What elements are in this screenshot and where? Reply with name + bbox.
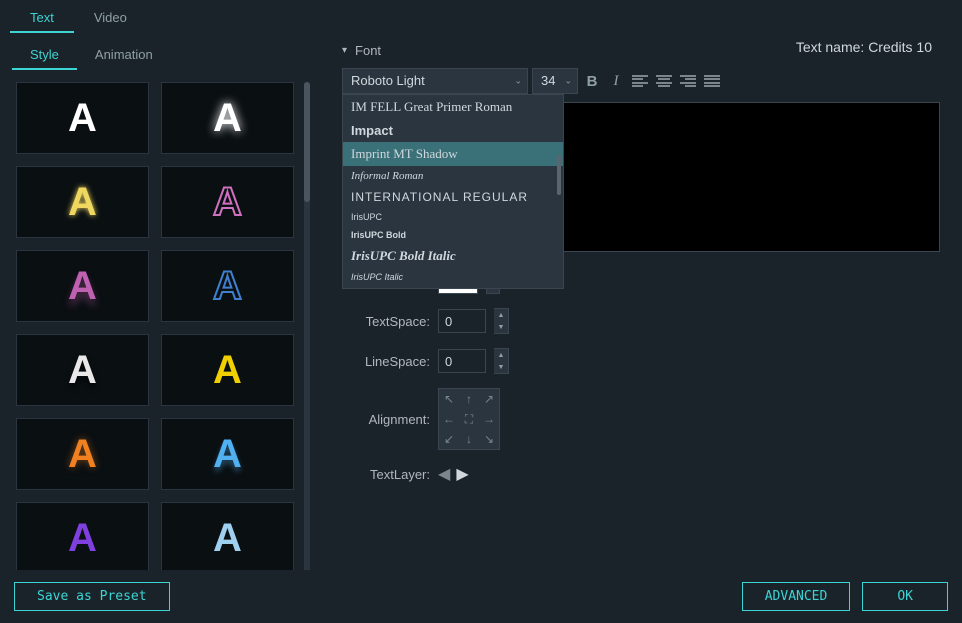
font-option[interactable]: Imprint MT Shadow <box>343 142 563 166</box>
dropdown-scrollbar[interactable] <box>557 155 561 195</box>
linespace-label: LineSpace: <box>352 354 430 369</box>
save-preset-button[interactable]: Save as Preset <box>14 582 170 611</box>
tab-text[interactable]: Text <box>10 4 74 33</box>
bold-button[interactable]: B <box>582 70 602 92</box>
style-preset[interactable]: A <box>161 166 294 238</box>
align-center-button[interactable] <box>654 70 674 92</box>
linespace-input[interactable] <box>438 349 486 373</box>
font-option[interactable]: Impact <box>343 119 563 142</box>
font-option[interactable]: Iskoola Pota <box>343 286 563 289</box>
textspace-input[interactable] <box>438 309 486 333</box>
style-preset[interactable]: A <box>16 166 149 238</box>
style-preset[interactable]: A <box>16 82 149 154</box>
align-tc[interactable]: ↑ <box>459 389 479 409</box>
style-preset[interactable]: A <box>16 334 149 406</box>
style-preset[interactable]: A <box>161 82 294 154</box>
align-justify-button[interactable] <box>702 70 722 92</box>
style-preset[interactable]: A <box>161 418 294 490</box>
font-option[interactable]: IrisUPC <box>343 208 563 226</box>
align-mr[interactable]: → <box>479 409 499 429</box>
textspace-down[interactable]: ▼ <box>494 321 508 333</box>
font-dropdown: IM FELL Great Primer RomanImpactImprint … <box>342 94 564 289</box>
align-bc[interactable]: ↓ <box>459 429 479 449</box>
advanced-button[interactable]: ADVANCED <box>742 582 851 611</box>
align-tr[interactable]: ↗ <box>479 389 499 409</box>
align-left-button[interactable] <box>630 70 650 92</box>
ok-button[interactable]: OK <box>862 582 948 611</box>
font-option[interactable]: IrisUPC Italic <box>343 268 563 286</box>
chevron-down-icon: ▾ <box>342 45 347 56</box>
align-tl[interactable]: ↖ <box>439 389 459 409</box>
tab-video[interactable]: Video <box>74 4 147 33</box>
linespace-up[interactable]: ▲ <box>494 349 508 361</box>
textspace-up[interactable]: ▲ <box>494 309 508 321</box>
style-preset[interactable]: A <box>161 502 294 570</box>
italic-button[interactable]: I <box>606 70 626 92</box>
align-bl[interactable]: ↙ <box>439 429 459 449</box>
font-family-select[interactable]: Roboto Light <box>342 68 528 94</box>
linespace-down[interactable]: ▼ <box>494 361 508 373</box>
align-br[interactable]: ↘ <box>479 429 499 449</box>
style-preset[interactable]: A <box>16 418 149 490</box>
alignment-grid: ↖ ↑ ↗ ← ⛶ → ↙ ↓ ↘ <box>438 388 500 450</box>
layer-next-button[interactable]: ▶ <box>456 464 468 484</box>
style-scrollbar[interactable] <box>304 82 310 570</box>
style-preset[interactable]: A <box>161 334 294 406</box>
style-preset[interactable]: A <box>16 250 149 322</box>
font-header-label: Font <box>355 43 381 58</box>
tab-animation[interactable]: Animation <box>77 41 171 70</box>
style-preset[interactable]: A <box>16 502 149 570</box>
align-right-button[interactable] <box>678 70 698 92</box>
style-grid: AAAAAAAAAAAA <box>8 70 302 570</box>
text-name-label: Text name: Credits 10 <box>796 39 932 55</box>
font-option[interactable]: Informal Roman <box>343 166 563 186</box>
font-option[interactable]: IrisUPC Bold <box>343 226 563 244</box>
font-option[interactable]: IM FELL Great Primer Roman <box>343 95 563 119</box>
textlayer-label: TextLayer: <box>352 467 430 482</box>
layer-prev-button[interactable]: ◀ <box>438 464 450 484</box>
style-preset[interactable]: A <box>161 250 294 322</box>
font-size-select[interactable]: 34 <box>532 68 578 94</box>
tab-style[interactable]: Style <box>12 41 77 70</box>
align-mc[interactable]: ⛶ <box>459 409 479 429</box>
textspace-label: TextSpace: <box>352 314 430 329</box>
align-ml[interactable]: ← <box>439 409 459 429</box>
font-option[interactable]: IrisUPC Bold Italic <box>343 244 563 268</box>
font-option[interactable]: INTERNATIONAL REGULAR <box>343 186 563 208</box>
alignment-label: Alignment: <box>352 412 430 427</box>
